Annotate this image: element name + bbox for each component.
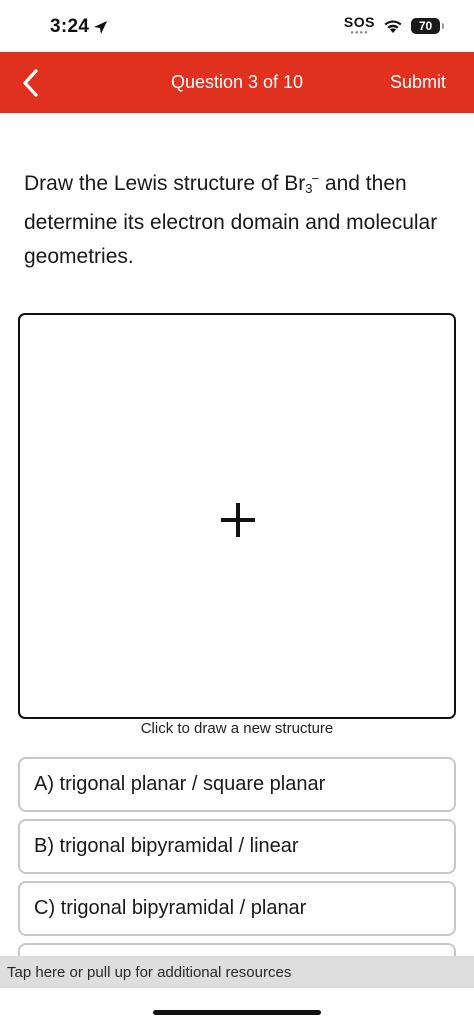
sos-indicator: SOS ●●●● [344, 15, 375, 36]
drawing-caption: Click to draw a new structure [140, 720, 334, 737]
status-indicators: SOS ●●●● 70 [344, 15, 444, 36]
additional-resources-bar[interactable]: Tap here or pull up for additional resou… [0, 956, 474, 988]
option-label: B) trigonal bipyramidal / linear [34, 835, 299, 857]
option-label: C) trigonal bipyramidal / planar [34, 897, 307, 919]
answer-option-c[interactable]: C) trigonal bipyramidal / planar [18, 881, 456, 936]
signal-dots-icon: ●●●● [350, 30, 369, 36]
answer-option-a[interactable]: A) trigonal planar / square planar [18, 757, 456, 812]
header-bar: Question 3 of 10 Submit [0, 52, 474, 113]
location-arrow-icon [94, 20, 108, 34]
resources-label: Tap here or pull up for additional resou… [7, 963, 292, 981]
question-text-start: Draw the Lewis structure of Br [24, 172, 306, 195]
home-indicator[interactable] [153, 1010, 321, 1015]
status-time: 3:24 [50, 16, 108, 38]
option-label: A) trigonal planar / square planar [34, 773, 326, 795]
status-bar: 3:24 SOS ●●●● 70 [0, 0, 474, 52]
formula-charge: − [311, 171, 320, 186]
question-text: Draw the Lewis structure of Br3− and the… [24, 162, 444, 274]
submit-button[interactable]: Submit [390, 72, 446, 93]
battery-icon: 70 [411, 17, 444, 34]
plus-icon[interactable] [221, 503, 255, 537]
sos-label: SOS [343, 14, 375, 30]
drawing-canvas[interactable] [18, 313, 456, 719]
wifi-icon [383, 18, 403, 34]
battery-level: 70 [418, 18, 433, 33]
clock-label: 3:24 [50, 16, 90, 37]
answer-option-b[interactable]: B) trigonal bipyramidal / linear [18, 819, 456, 874]
